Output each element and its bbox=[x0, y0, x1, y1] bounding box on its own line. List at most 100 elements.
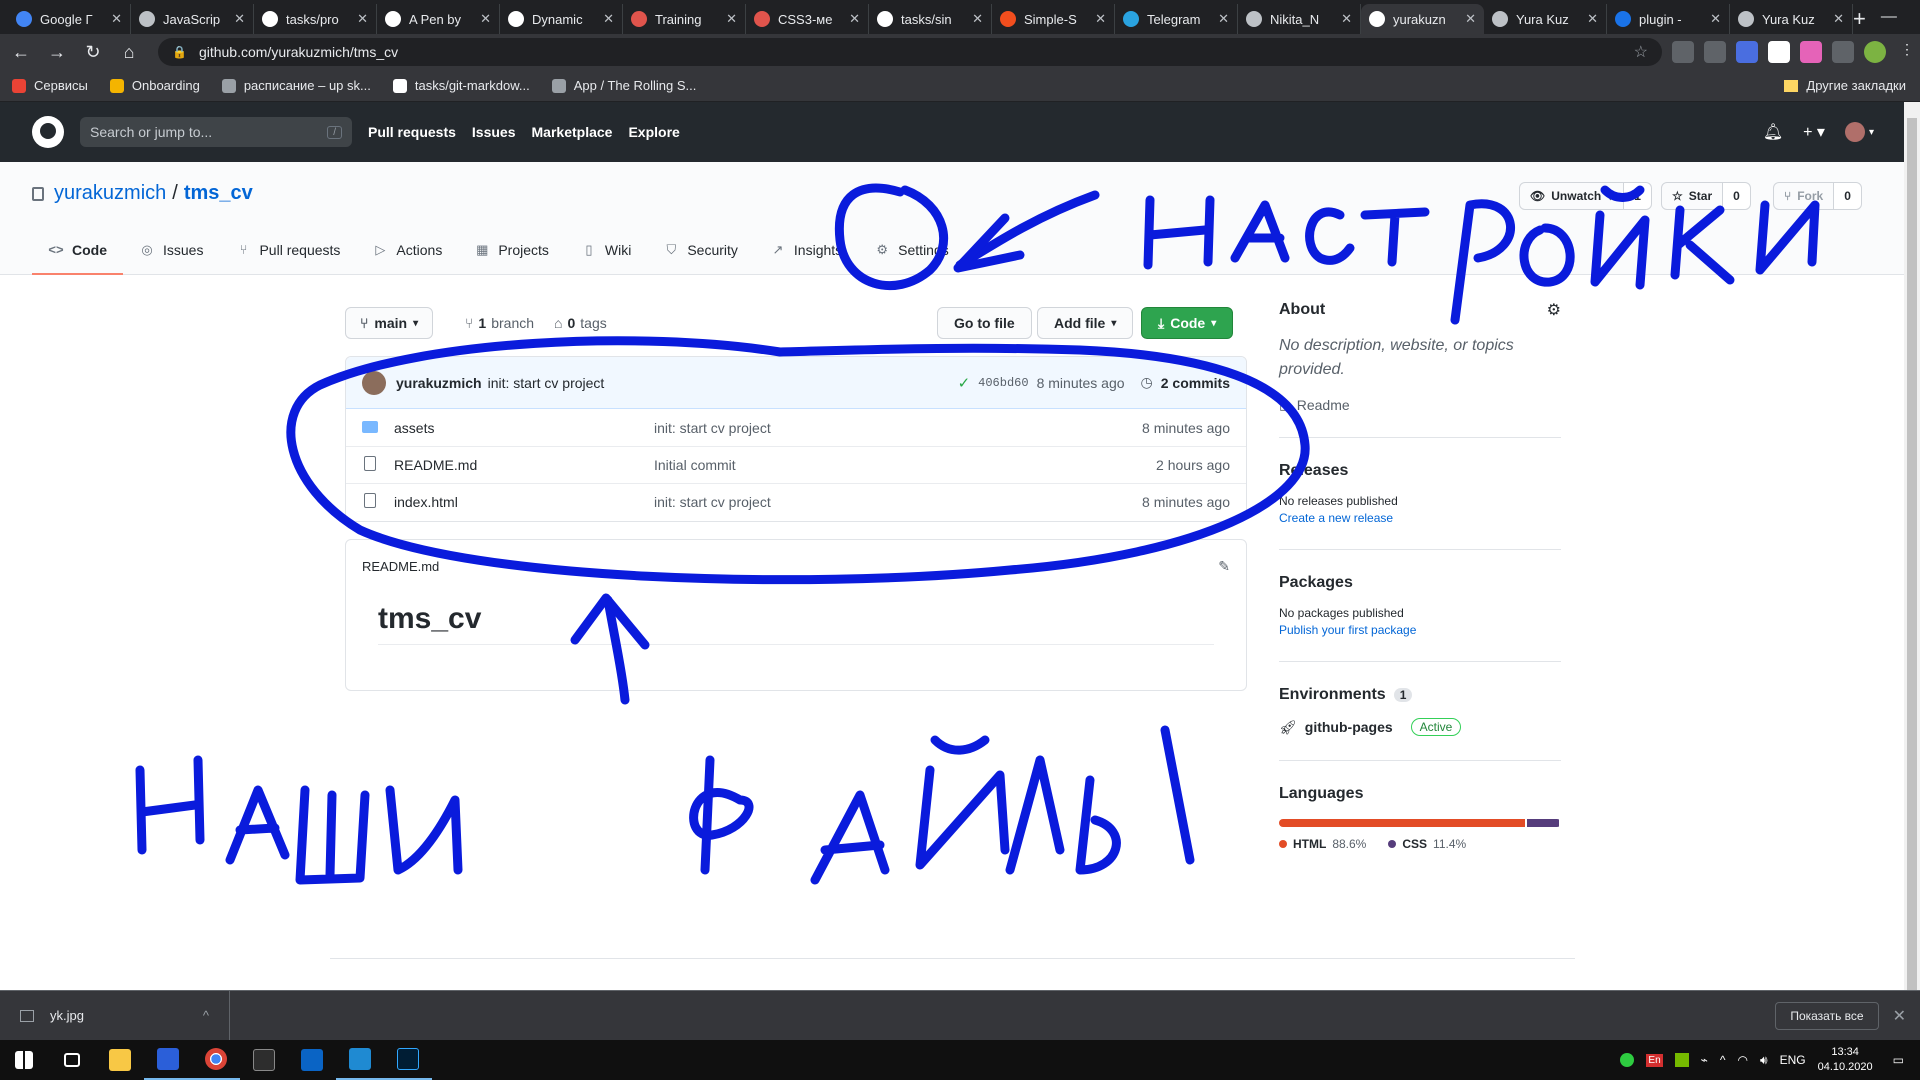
github-logo-icon[interactable] bbox=[32, 116, 64, 148]
clock[interactable]: 13:34 04.10.2020 bbox=[1818, 1045, 1873, 1075]
volume-icon[interactable]: 🔊︎ bbox=[1760, 1053, 1768, 1068]
browser-tab[interactable]: plugin - ✕ bbox=[1607, 4, 1730, 34]
language-bar-segment[interactable] bbox=[1279, 819, 1526, 827]
browser-tab[interactable]: tasks/sin ✕ bbox=[869, 4, 992, 34]
browser-tab[interactable]: Telegram ✕ bbox=[1115, 4, 1238, 34]
browser-tab[interactable]: Yura Kuz ✕ bbox=[1484, 4, 1607, 34]
star-button[interactable]: ☆ Star 0 bbox=[1661, 182, 1751, 210]
wifi-icon[interactable]: ◠ bbox=[1738, 1053, 1748, 1067]
reload-icon[interactable]: ↻ bbox=[78, 42, 108, 63]
nvidia-icon[interactable] bbox=[1674, 1053, 1689, 1067]
nav-marketplace[interactable]: Marketplace bbox=[532, 124, 613, 140]
go-to-file-button[interactable]: Go to file bbox=[937, 307, 1032, 339]
task-view-icon[interactable] bbox=[48, 1040, 96, 1080]
gear-icon[interactable]: ⚙ bbox=[1547, 300, 1561, 320]
save-app-icon[interactable] bbox=[144, 1040, 192, 1080]
other-bookmarks[interactable]: Другие закладки bbox=[1784, 78, 1906, 93]
tab-pull-requests[interactable]: ⑂ Pull requests bbox=[219, 226, 356, 275]
language-bar-segment[interactable] bbox=[1527, 819, 1559, 827]
minimize-icon[interactable]: — bbox=[1866, 8, 1912, 26]
browser-tab[interactable]: Simple-S ✕ bbox=[992, 4, 1115, 34]
tab-close-icon[interactable]: ✕ bbox=[480, 11, 491, 27]
nav-issues[interactable]: Issues bbox=[472, 124, 516, 140]
tab-close-icon[interactable]: ✕ bbox=[603, 11, 614, 27]
pencil-icon[interactable]: ✎ bbox=[1218, 558, 1230, 575]
browser-tab[interactable]: A Pen by ✕ bbox=[377, 4, 500, 34]
repo-name-link[interactable]: tms_cv bbox=[184, 182, 253, 205]
address-bar[interactable]: 🔒 github.com/yurakuzmich/tms_cv ☆ bbox=[158, 38, 1662, 66]
bookmark-item[interactable]: расписание – up sk... bbox=[221, 78, 371, 93]
check-icon[interactable]: ✓ bbox=[958, 374, 971, 392]
home-icon[interactable]: ⌂ bbox=[114, 42, 144, 63]
file-name-link[interactable]: index.html bbox=[394, 494, 654, 510]
publish-package-link[interactable]: Publish your first package bbox=[1279, 623, 1561, 637]
bookmark-item[interactable]: tasks/git-markdow... bbox=[392, 78, 530, 93]
photoshop-icon[interactable] bbox=[384, 1040, 432, 1080]
repo-owner-link[interactable]: yurakuzmich bbox=[54, 182, 166, 205]
chevron-up-icon[interactable]: ^ bbox=[203, 1008, 209, 1023]
outlook-icon[interactable] bbox=[288, 1040, 336, 1080]
browser-tab[interactable]: Nikita_N ✕ bbox=[1238, 4, 1361, 34]
tab-close-icon[interactable]: ✕ bbox=[1710, 11, 1721, 27]
language-item[interactable]: HTML 88.6% bbox=[1279, 837, 1366, 851]
keyboard-layout-icon[interactable]: En bbox=[1646, 1053, 1663, 1067]
chevron-up-icon[interactable]: ^ bbox=[1720, 1053, 1726, 1067]
extension-icon[interactable] bbox=[1768, 41, 1790, 63]
terminal-icon[interactable] bbox=[240, 1040, 288, 1080]
file-name-link[interactable]: README.md bbox=[394, 457, 654, 473]
file-commit-message[interactable]: init: start cv project bbox=[654, 420, 1044, 436]
environments-heading[interactable]: Environments 1 bbox=[1279, 686, 1561, 704]
vertical-scrollbar[interactable] bbox=[1904, 102, 1920, 998]
show-all-downloads-button[interactable]: Показать все bbox=[1775, 1001, 1879, 1030]
watch-button[interactable]: 👁︎ Unwatch ▾ 1 bbox=[1519, 182, 1652, 210]
language-item[interactable]: CSS 11.4% bbox=[1388, 837, 1466, 851]
new-tab-button[interactable]: + bbox=[1853, 4, 1866, 34]
user-menu[interactable]: ▾ bbox=[1844, 122, 1874, 142]
tab-close-icon[interactable]: ✕ bbox=[849, 11, 860, 27]
profile-avatar[interactable] bbox=[1864, 41, 1886, 63]
extension-icon[interactable] bbox=[1672, 41, 1694, 63]
tab-close-icon[interactable]: ✕ bbox=[111, 11, 122, 27]
branch-select-button[interactable]: ⑂ main ▾ bbox=[345, 307, 434, 339]
vscode-icon[interactable] bbox=[336, 1040, 384, 1080]
readme-link[interactable]: ▯ Readme bbox=[1279, 396, 1561, 413]
browser-tab[interactable]: yurakuzn ✕ bbox=[1361, 4, 1484, 34]
browser-tab[interactable]: Dynamic ✕ bbox=[500, 4, 623, 34]
plus-dropdown-icon[interactable]: + ▾ bbox=[1803, 122, 1825, 142]
back-icon[interactable]: ← bbox=[6, 42, 36, 63]
tab-close-icon[interactable]: ✕ bbox=[234, 11, 245, 27]
bookmark-item[interactable]: App / The Rolling S... bbox=[551, 78, 696, 93]
bookmark-item[interactable]: Onboarding bbox=[109, 78, 200, 93]
file-name-link[interactable]: assets bbox=[394, 420, 654, 436]
download-item[interactable]: yk.jpg ^ bbox=[0, 990, 230, 1041]
environment-item[interactable]: 🚀︎ github-pages Active bbox=[1279, 718, 1561, 736]
tags-link[interactable]: ⌂ 0 tags bbox=[554, 315, 607, 331]
tab-close-icon[interactable]: ✕ bbox=[1095, 11, 1106, 27]
fork-count[interactable]: 0 bbox=[1833, 183, 1861, 209]
branches-link[interactable]: ⑂ 1 branch bbox=[465, 315, 534, 331]
commit-sha[interactable]: 406bd60 bbox=[978, 376, 1028, 390]
forward-icon[interactable]: → bbox=[42, 42, 72, 63]
bell-icon[interactable]: 🔔︎ bbox=[1763, 122, 1783, 142]
puzzle-icon[interactable] bbox=[1832, 41, 1854, 63]
commits-count-link[interactable]: 2 commits bbox=[1161, 375, 1230, 391]
close-icon[interactable]: ✕ bbox=[1893, 1006, 1906, 1026]
menu-dots-icon[interactable]: ⋮ bbox=[1896, 41, 1918, 63]
fork-button[interactable]: ⑂ Fork 0 bbox=[1773, 182, 1862, 210]
extension-icon[interactable] bbox=[1800, 41, 1822, 63]
restore-icon[interactable]: ❐ bbox=[1912, 7, 1920, 27]
tab-close-icon[interactable]: ✕ bbox=[726, 11, 737, 27]
tab-actions[interactable]: ▷ Actions bbox=[356, 226, 458, 275]
windows-start-icon[interactable] bbox=[0, 1040, 48, 1080]
tab-close-icon[interactable]: ✕ bbox=[972, 11, 983, 27]
search-input[interactable]: Search or jump to... / bbox=[80, 117, 352, 147]
tab-close-icon[interactable]: ✕ bbox=[1465, 11, 1476, 27]
code-download-button[interactable]: ⤓ Code ▾ bbox=[1141, 307, 1234, 339]
tab-close-icon[interactable]: ✕ bbox=[1587, 11, 1598, 27]
tab-close-icon[interactable]: ✕ bbox=[1218, 11, 1229, 27]
extension-icon[interactable] bbox=[1736, 41, 1758, 63]
tab-security[interactable]: ⛉ Security bbox=[647, 226, 754, 275]
commit-message[interactable]: init: start cv project bbox=[488, 375, 605, 391]
tab-projects[interactable]: ▦ Projects bbox=[458, 226, 565, 275]
notifications-icon[interactable]: ▭ bbox=[1893, 1053, 1904, 1067]
